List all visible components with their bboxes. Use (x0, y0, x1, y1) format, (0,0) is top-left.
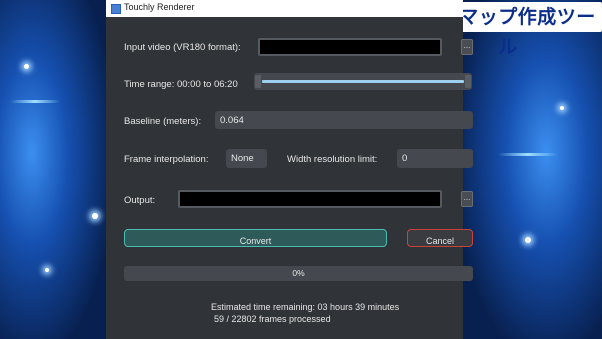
input-video-browse-button[interactable]: ... (461, 39, 473, 55)
convert-button[interactable]: Convert (124, 229, 387, 247)
sparkle-decoration (525, 237, 531, 243)
baseline-input[interactable]: 0.064 (215, 111, 473, 129)
baseline-label: Baseline (meters): (124, 116, 202, 127)
width-limit-value: 0 (402, 153, 408, 164)
progress-bar: 0% (124, 266, 473, 281)
cancel-button[interactable]: Cancel (407, 229, 473, 247)
title-bar[interactable]: Touchly Renderer (106, 0, 463, 17)
frame-interpolation-select[interactable]: None (226, 149, 267, 168)
window-title: Touchly Renderer (124, 2, 195, 12)
sparkle-decoration (560, 106, 564, 110)
progress-percent: 0% (292, 268, 305, 278)
time-range-end-handle[interactable] (465, 75, 471, 88)
input-video-field[interactable] (258, 38, 442, 56)
sparkle-decoration (45, 268, 49, 272)
sparkle-decoration (92, 213, 98, 219)
sparkle-decoration (24, 64, 29, 69)
time-range-slider[interactable] (254, 73, 472, 90)
frame-interpolation-value: None (231, 153, 254, 164)
app-window-icon (111, 4, 121, 14)
frames-processed-text: 59 / 22802 frames processed (214, 314, 331, 324)
time-remaining-text: Estimated time remaining: 03 hours 39 mi… (211, 302, 400, 312)
background-right-panel (463, 0, 602, 339)
app-window: Touchly Renderer Input video (VR180 form… (106, 0, 473, 339)
output-label: Output: (124, 195, 156, 206)
background-left-panel (0, 0, 106, 339)
time-range-start-handle[interactable] (255, 75, 261, 88)
baseline-value: 0.064 (220, 115, 244, 126)
time-range-fill (262, 80, 464, 83)
light-streak-decoration (10, 100, 60, 103)
width-limit-input[interactable]: 0 (397, 149, 473, 168)
frame-interpolation-label: Frame interpolation: (124, 154, 209, 165)
width-limit-label: Width resolution limit: (287, 154, 378, 165)
output-field[interactable] (178, 190, 442, 208)
input-video-label: Input video (VR180 format): (124, 42, 241, 53)
time-range-label: Time range: 00:00 to 06:20 (124, 79, 238, 90)
output-browse-button[interactable]: ... (461, 191, 473, 207)
light-streak-decoration (498, 153, 558, 156)
